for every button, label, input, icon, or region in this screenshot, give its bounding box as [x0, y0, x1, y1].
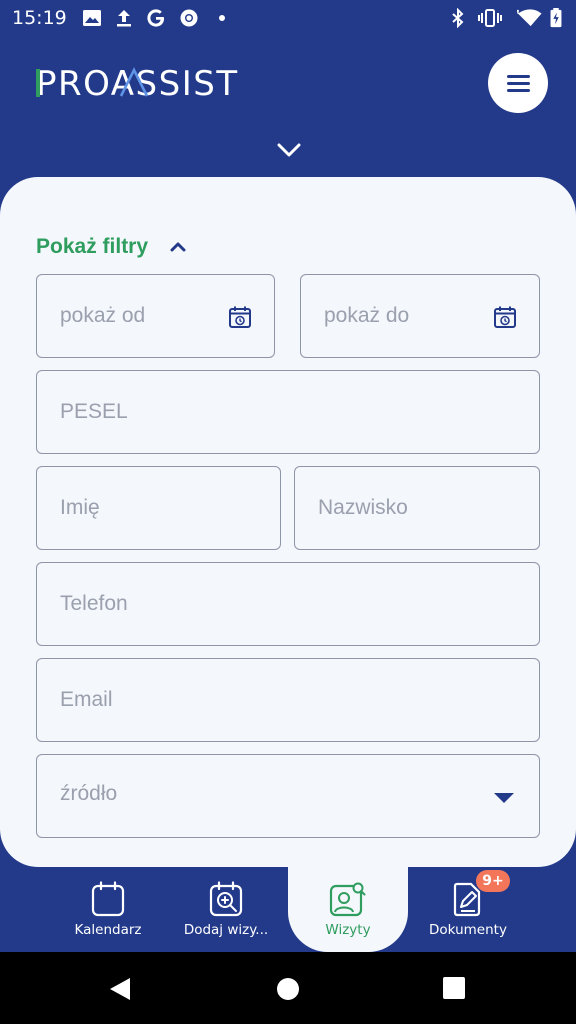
- bottom-nav: Kalendarz Dodaj wizy... Wizyty Dokumenty…: [0, 867, 576, 952]
- first-name-input[interactable]: [37, 467, 280, 549]
- home-icon[interactable]: [276, 977, 300, 1001]
- logo-text: PROASSIST: [36, 66, 239, 100]
- upload-icon: [117, 10, 131, 27]
- pesel-field[interactable]: [36, 370, 540, 454]
- dot-icon: [219, 15, 225, 21]
- vibrate-icon: [478, 9, 502, 27]
- back-icon[interactable]: [108, 976, 132, 1002]
- last-name-field[interactable]: [294, 466, 540, 550]
- battery-icon: [550, 8, 562, 28]
- logo-accent-p: [36, 69, 40, 97]
- nav-item-add-visit[interactable]: Dodaj wizy...: [176, 867, 276, 952]
- first-name-field[interactable]: [36, 466, 281, 550]
- nav-item-visits[interactable]: Wizyty: [298, 867, 398, 952]
- patient-search-icon: [329, 882, 366, 917]
- source-select-value: źródło: [60, 782, 118, 805]
- nav-label-documents: Dokumenty: [429, 922, 507, 938]
- nav-label-visits: Wizyty: [325, 922, 371, 938]
- status-bar: 15:19: [0, 0, 576, 36]
- email-field[interactable]: [36, 658, 540, 742]
- menu-button[interactable]: [488, 53, 548, 113]
- show-filters-toggle[interactable]: Pokaż filtry: [36, 232, 186, 262]
- source-select[interactable]: źródło: [36, 754, 540, 838]
- nav-label-calendar: Kalendarz: [74, 922, 142, 938]
- nav-item-calendar[interactable]: Kalendarz: [58, 867, 158, 952]
- dropdown-caret-icon: [494, 793, 514, 803]
- calendar-clock-icon[interactable]: [228, 305, 252, 329]
- status-time: 15:19: [12, 7, 67, 29]
- email-input[interactable]: [37, 659, 539, 741]
- calendar-clock-icon[interactable]: [493, 305, 517, 329]
- system-navigation-bar: [0, 952, 576, 1024]
- last-name-input[interactable]: [295, 467, 539, 549]
- chrome-icon: [180, 9, 198, 27]
- calendar-icon: [91, 881, 125, 917]
- nav-label-add-visit: Dodaj wizy...: [183, 922, 269, 938]
- date-to-field[interactable]: [300, 274, 540, 358]
- pesel-input[interactable]: [37, 371, 539, 453]
- hamburger-icon: [507, 75, 530, 78]
- date-from-field[interactable]: [36, 274, 275, 358]
- bluetooth-icon: [452, 8, 464, 28]
- documents-badge: 9+: [476, 870, 510, 892]
- phone-input[interactable]: [37, 563, 539, 645]
- chevron-down-icon[interactable]: [277, 142, 301, 158]
- calendar-search-icon: [209, 881, 243, 917]
- wifi-icon: [517, 9, 542, 27]
- show-filters-label: Pokaż filtry: [36, 235, 149, 258]
- recents-icon[interactable]: [443, 977, 465, 999]
- filters-card: Pokaż filtry pokaż od pokaż do PESEL Imi…: [0, 177, 576, 867]
- google-icon: [147, 9, 165, 27]
- phone-field[interactable]: [36, 562, 540, 646]
- image-icon: [83, 10, 101, 26]
- proassist-logo: PROASSIST: [36, 66, 239, 100]
- chevron-up-icon: [170, 242, 186, 252]
